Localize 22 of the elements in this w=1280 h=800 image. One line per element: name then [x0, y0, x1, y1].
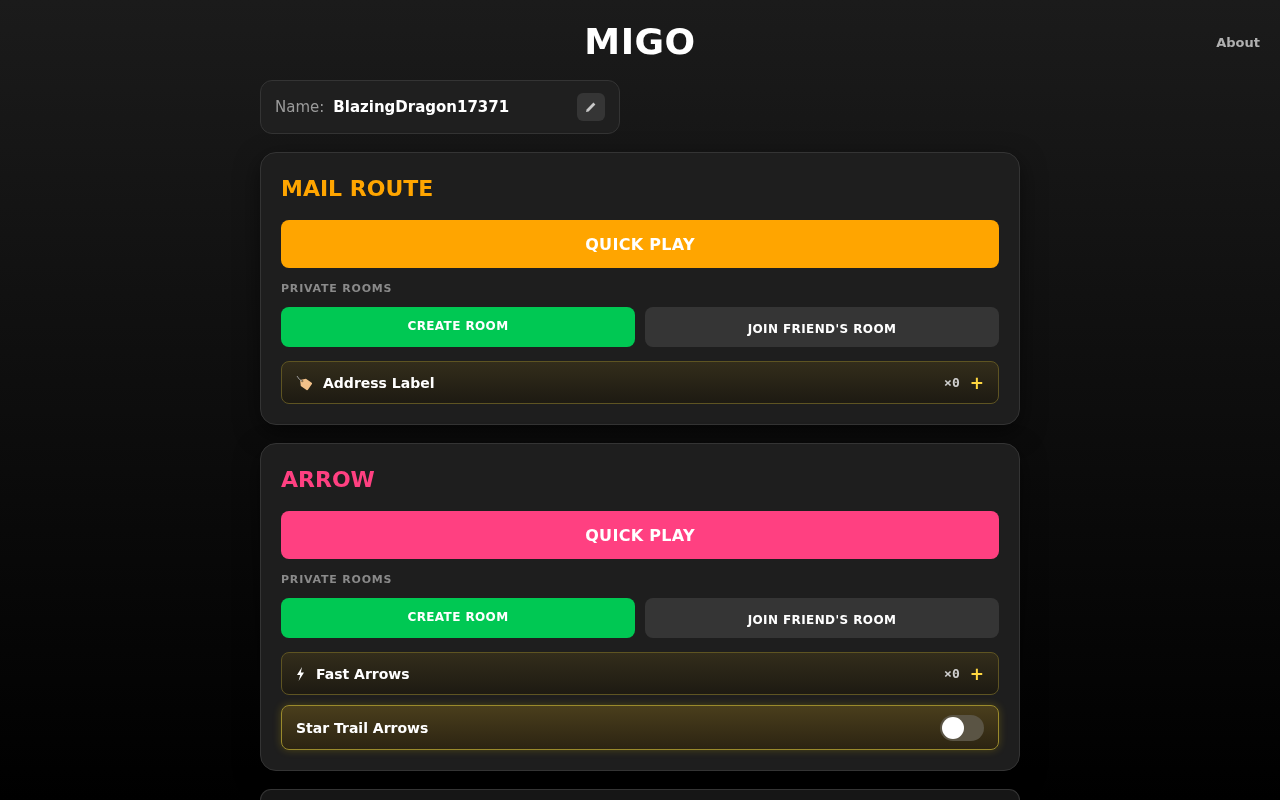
add-button[interactable]: +	[969, 663, 984, 684]
game-title: MAIL ROUTE	[281, 175, 434, 203]
add-button[interactable]: +	[969, 372, 984, 393]
name-label: Name:	[275, 98, 325, 116]
app-title: MIGO	[584, 20, 696, 64]
pencil-icon	[585, 101, 597, 113]
toggle-label: Star Trail Arrows	[296, 719, 430, 736]
join-room-button[interactable]: JOIN FRIEND'S ROOM	[645, 598, 999, 638]
game-title: ARROW	[281, 466, 375, 494]
powerup-count: ×0	[944, 375, 960, 390]
edit-name-button[interactable]	[577, 93, 605, 121]
lightning-icon	[296, 666, 305, 681]
join-room-button[interactable]: JOIN FRIEND'S ROOM	[645, 307, 999, 347]
player-name: BlazingDragon17371	[333, 98, 511, 116]
tag-icon	[296, 374, 312, 391]
powerup-label: Fast Arrows	[316, 665, 411, 682]
section-label: PRIVATE ROOMS	[281, 282, 393, 296]
toggle-switch[interactable]	[940, 714, 984, 741]
about-link[interactable]: About	[1216, 34, 1260, 50]
powerup-count: ×0	[944, 666, 960, 681]
section-label: PRIVATE ROOMS	[281, 573, 393, 587]
powerup-label: Address Label	[323, 374, 436, 391]
